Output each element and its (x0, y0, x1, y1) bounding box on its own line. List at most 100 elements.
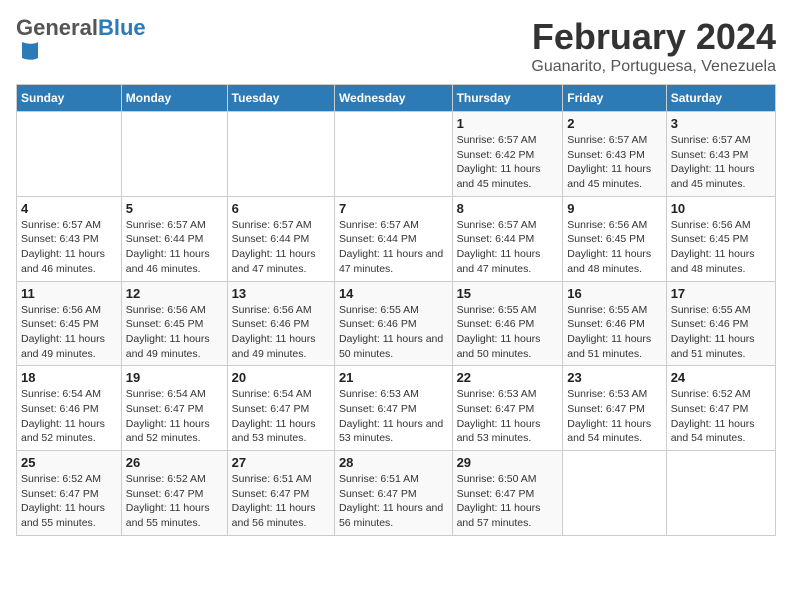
title-section: February 2024 Guanarito, Portuguesa, Ven… (531, 16, 776, 76)
day-number: 1 (457, 116, 559, 131)
day-info: Sunrise: 6:56 AM Sunset: 6:45 PM Dayligh… (126, 303, 223, 362)
day-info: Sunrise: 6:57 AM Sunset: 6:42 PM Dayligh… (457, 133, 559, 192)
header-cell-friday: Friday (563, 85, 666, 112)
day-info: Sunrise: 6:54 AM Sunset: 6:47 PM Dayligh… (232, 387, 330, 446)
header-cell-saturday: Saturday (666, 85, 775, 112)
day-info: Sunrise: 6:55 AM Sunset: 6:46 PM Dayligh… (671, 303, 771, 362)
day-number: 21 (339, 370, 448, 385)
day-number: 29 (457, 455, 559, 470)
day-info: Sunrise: 6:56 AM Sunset: 6:45 PM Dayligh… (671, 218, 771, 277)
day-number: 24 (671, 370, 771, 385)
calendar-cell: 4 Sunrise: 6:57 AM Sunset: 6:43 PM Daylig… (17, 196, 122, 281)
week-row-3: 18 Sunrise: 6:54 AM Sunset: 6:46 PM Dayli… (17, 366, 776, 451)
calendar-cell: 19Sunrise: 6:54 AM Sunset: 6:47 PM Dayli… (121, 366, 227, 451)
calendar-cell: 12 Sunrise: 6:56 AM Sunset: 6:45 PM Dayli… (121, 281, 227, 366)
calendar-header-row: SundayMondayTuesdayWednesdayThursdayFrid… (17, 85, 776, 112)
calendar-cell: 14 Sunrise: 6:55 AM Sunset: 6:46 PM Dayli… (334, 281, 452, 366)
calendar-cell: 3Sunrise: 6:57 AM Sunset: 6:43 PM Daylig… (666, 112, 775, 197)
main-title: February 2024 (531, 16, 776, 58)
day-info: Sunrise: 6:57 AM Sunset: 6:44 PM Dayligh… (126, 218, 223, 277)
page-header: GeneralBlue February 2024 Guanarito, Por… (16, 16, 776, 76)
week-row-4: 25 Sunrise: 6:52 AM Sunset: 6:47 PM Dayli… (17, 451, 776, 536)
day-number: 22 (457, 370, 559, 385)
calendar-cell (563, 451, 666, 536)
week-row-2: 11Sunrise: 6:56 AM Sunset: 6:45 PM Dayli… (17, 281, 776, 366)
day-info: Sunrise: 6:52 AM Sunset: 6:47 PM Dayligh… (671, 387, 771, 446)
day-number: 28 (339, 455, 448, 470)
header-cell-wednesday: Wednesday (334, 85, 452, 112)
day-info: Sunrise: 6:56 AM Sunset: 6:45 PM Dayligh… (21, 303, 117, 362)
calendar-cell: 15Sunrise: 6:55 AM Sunset: 6:46 PM Dayli… (452, 281, 563, 366)
calendar-cell: 7 Sunrise: 6:57 AM Sunset: 6:44 PM Daylig… (334, 196, 452, 281)
day-info: Sunrise: 6:51 AM Sunset: 6:47 PM Dayligh… (232, 472, 330, 531)
day-info: Sunrise: 6:57 AM Sunset: 6:43 PM Dayligh… (567, 133, 661, 192)
day-number: 6 (232, 201, 330, 216)
calendar-cell: 9 Sunrise: 6:56 AM Sunset: 6:45 PM Daylig… (563, 196, 666, 281)
logo: GeneralBlue (16, 16, 146, 73)
calendar-cell (121, 112, 227, 197)
day-info: Sunrise: 6:53 AM Sunset: 6:47 PM Dayligh… (457, 387, 559, 446)
day-info: Sunrise: 6:54 AM Sunset: 6:47 PM Dayligh… (126, 387, 223, 446)
day-info: Sunrise: 6:55 AM Sunset: 6:46 PM Dayligh… (339, 303, 448, 362)
calendar-cell: 20Sunrise: 6:54 AM Sunset: 6:47 PM Dayli… (227, 366, 334, 451)
subtitle: Guanarito, Portuguesa, Venezuela (531, 58, 776, 76)
day-number: 14 (339, 286, 448, 301)
calendar-cell: 6 Sunrise: 6:57 AM Sunset: 6:44 PM Daylig… (227, 196, 334, 281)
day-number: 5 (126, 201, 223, 216)
day-info: Sunrise: 6:53 AM Sunset: 6:47 PM Dayligh… (339, 387, 448, 446)
calendar-cell: 1 Sunrise: 6:57 AM Sunset: 6:42 PM Daylig… (452, 112, 563, 197)
day-number: 2 (567, 116, 661, 131)
day-info: Sunrise: 6:57 AM Sunset: 6:44 PM Dayligh… (232, 218, 330, 277)
day-info: Sunrise: 6:54 AM Sunset: 6:46 PM Dayligh… (21, 387, 117, 446)
day-number: 10 (671, 201, 771, 216)
calendar-cell (334, 112, 452, 197)
day-number: 12 (126, 286, 223, 301)
logo-icon (18, 40, 42, 68)
header-cell-monday: Monday (121, 85, 227, 112)
day-number: 25 (21, 455, 117, 470)
week-row-1: 4 Sunrise: 6:57 AM Sunset: 6:43 PM Daylig… (17, 196, 776, 281)
calendar-cell: 8 Sunrise: 6:57 AM Sunset: 6:44 PM Daylig… (452, 196, 563, 281)
calendar-cell (666, 451, 775, 536)
calendar-cell (17, 112, 122, 197)
day-number: 13 (232, 286, 330, 301)
day-info: Sunrise: 6:57 AM Sunset: 6:44 PM Dayligh… (457, 218, 559, 277)
logo-text: GeneralBlue (16, 16, 146, 40)
calendar-cell: 26 Sunrise: 6:52 AM Sunset: 6:47 PM Dayli… (121, 451, 227, 536)
calendar-cell: 28 Sunrise: 6:51 AM Sunset: 6:47 PM Dayli… (334, 451, 452, 536)
day-info: Sunrise: 6:55 AM Sunset: 6:46 PM Dayligh… (567, 303, 661, 362)
day-number: 7 (339, 201, 448, 216)
day-number: 4 (21, 201, 117, 216)
calendar-cell: 5 Sunrise: 6:57 AM Sunset: 6:44 PM Daylig… (121, 196, 227, 281)
calendar-cell: 17 Sunrise: 6:55 AM Sunset: 6:46 PM Dayli… (666, 281, 775, 366)
calendar-cell: 25 Sunrise: 6:52 AM Sunset: 6:47 PM Dayli… (17, 451, 122, 536)
day-info: Sunrise: 6:57 AM Sunset: 6:44 PM Dayligh… (339, 218, 448, 277)
day-number: 9 (567, 201, 661, 216)
day-number: 26 (126, 455, 223, 470)
day-number: 8 (457, 201, 559, 216)
calendar-cell: 10 Sunrise: 6:56 AM Sunset: 6:45 PM Dayli… (666, 196, 775, 281)
day-number: 18 (21, 370, 117, 385)
day-info: Sunrise: 6:52 AM Sunset: 6:47 PM Dayligh… (21, 472, 117, 531)
calendar-cell (227, 112, 334, 197)
day-number: 23 (567, 370, 661, 385)
calendar-cell: 22 Sunrise: 6:53 AM Sunset: 6:47 PM Dayli… (452, 366, 563, 451)
day-info: Sunrise: 6:57 AM Sunset: 6:43 PM Dayligh… (21, 218, 117, 277)
day-info: Sunrise: 6:55 AM Sunset: 6:46 PM Dayligh… (457, 303, 559, 362)
header-cell-thursday: Thursday (452, 85, 563, 112)
day-info: Sunrise: 6:52 AM Sunset: 6:47 PM Dayligh… (126, 472, 223, 531)
day-number: 17 (671, 286, 771, 301)
calendar-table: SundayMondayTuesdayWednesdayThursdayFrid… (16, 84, 776, 536)
day-info: Sunrise: 6:56 AM Sunset: 6:45 PM Dayligh… (567, 218, 661, 277)
calendar-body: 1 Sunrise: 6:57 AM Sunset: 6:42 PM Daylig… (17, 112, 776, 536)
calendar-cell: 24 Sunrise: 6:52 AM Sunset: 6:47 PM Dayli… (666, 366, 775, 451)
day-info: Sunrise: 6:53 AM Sunset: 6:47 PM Dayligh… (567, 387, 661, 446)
calendar-cell: 2 Sunrise: 6:57 AM Sunset: 6:43 PM Daylig… (563, 112, 666, 197)
calendar-cell: 29Sunrise: 6:50 AM Sunset: 6:47 PM Dayli… (452, 451, 563, 536)
header-cell-tuesday: Tuesday (227, 85, 334, 112)
day-info: Sunrise: 6:57 AM Sunset: 6:43 PM Dayligh… (671, 133, 771, 192)
day-info: Sunrise: 6:51 AM Sunset: 6:47 PM Dayligh… (339, 472, 448, 531)
header-cell-sunday: Sunday (17, 85, 122, 112)
day-number: 16 (567, 286, 661, 301)
calendar-cell: 16 Sunrise: 6:55 AM Sunset: 6:46 PM Dayli… (563, 281, 666, 366)
